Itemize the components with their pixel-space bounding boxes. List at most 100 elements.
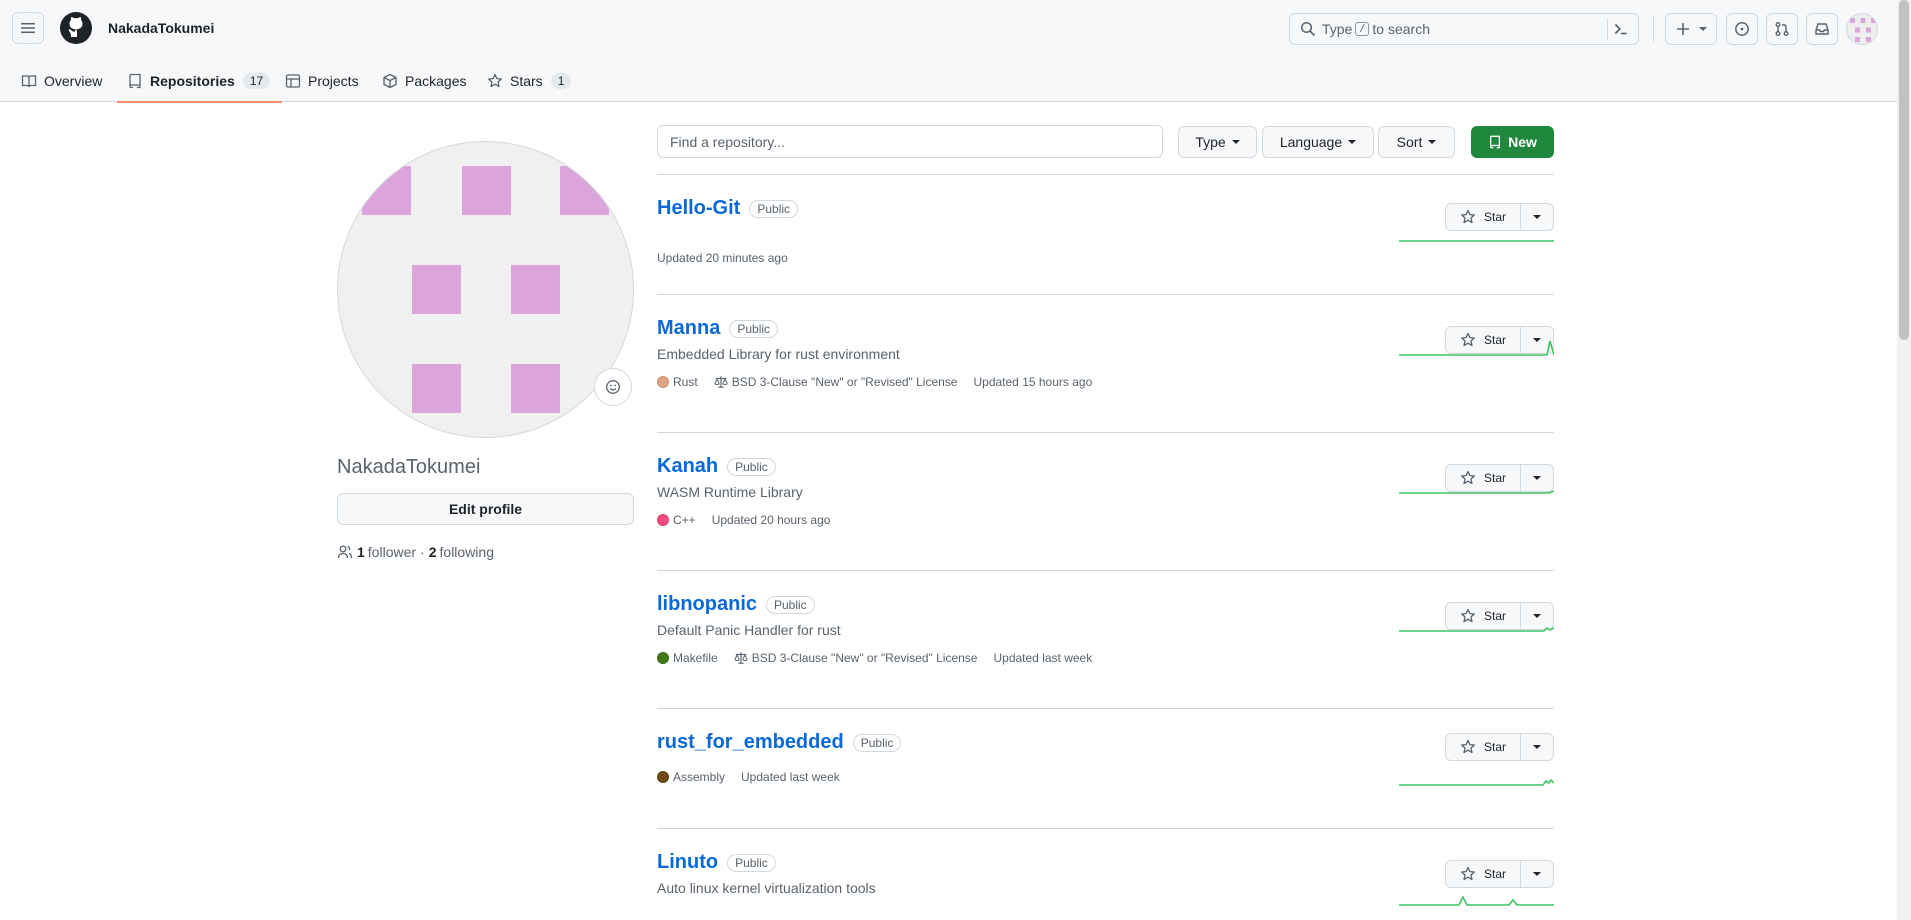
sort-filter-label: Sort	[1396, 134, 1423, 150]
visibility-badge: Public	[766, 595, 815, 614]
language-color-dot	[657, 376, 669, 388]
repo-name-link[interactable]: Hello-Git	[657, 197, 740, 220]
find-repository-input[interactable]: Find a repository...	[657, 125, 1163, 158]
search-icon	[1300, 21, 1315, 36]
type-filter-button[interactable]: Type	[1178, 126, 1257, 158]
activity-sparkline	[1399, 490, 1554, 494]
star-icon	[488, 73, 502, 88]
user-avatar[interactable]	[1846, 13, 1878, 45]
repositories-count-badge: 17	[242, 73, 271, 89]
language-color-dot	[657, 652, 669, 664]
chevron-down-icon	[1231, 140, 1240, 144]
identicon-block	[362, 166, 411, 215]
type-filter-label: Type	[1195, 134, 1226, 150]
identicon-icon	[1850, 18, 1876, 42]
activity-sparkline	[1399, 778, 1554, 786]
visibility-badge: Public	[727, 853, 776, 872]
chevron-down-icon	[1533, 872, 1541, 876]
repo-language: C++	[657, 513, 696, 527]
repo-name-link[interactable]: rust_for_embedded	[657, 731, 844, 754]
repo-name-link[interactable]: Linuto	[657, 851, 718, 874]
profile-avatar[interactable]	[337, 141, 634, 438]
language-label: C++	[673, 513, 696, 527]
plus-icon	[1677, 23, 1689, 35]
smiley-icon	[606, 380, 620, 394]
follow-stats: 1 follower · 2 following	[337, 544, 494, 560]
repo-list-item: Kanah Public WASM Runtime Library C++ Update…	[657, 432, 1554, 570]
star-button-group: Star	[1445, 733, 1554, 761]
tab-stars-label: Stars	[510, 73, 543, 89]
tab-packages[interactable]: Packages	[382, 60, 466, 102]
activity-sparkline	[1399, 340, 1554, 356]
sort-filter-button[interactable]: Sort	[1378, 126, 1455, 158]
edit-profile-button[interactable]: Edit profile	[337, 493, 634, 525]
owner-name[interactable]: NakadaTokumei	[108, 20, 214, 36]
github-logo-icon[interactable]	[60, 12, 92, 44]
people-icon	[337, 545, 353, 559]
repo-updated: Updated 15 hours ago	[973, 375, 1093, 389]
license-label: BSD 3-Clause "New" or "Revised" License	[751, 651, 978, 665]
repo-title: libnopanic Public	[657, 593, 815, 616]
repo-language: Assembly	[657, 770, 725, 784]
following-link[interactable]: 2 following	[429, 544, 494, 560]
language-filter-label: Language	[1279, 134, 1343, 150]
repo-updated: Updated last week	[993, 651, 1093, 665]
repo-meta: Assembly Updated last week	[657, 770, 856, 784]
followers-count: 1	[357, 544, 365, 560]
repo-license[interactable]: BSD 3-Clause "New" or "Revised" License	[733, 651, 978, 665]
repo-updated: Updated last week	[741, 770, 840, 784]
repo-license[interactable]: BSD 3-Clause "New" or "Revised" License	[713, 375, 957, 389]
sparkline-path	[1399, 340, 1554, 356]
visibility-badge: Public	[729, 319, 779, 338]
repo-title: Kanah Public	[657, 455, 776, 478]
tab-stars[interactable]: Stars 1	[487, 60, 572, 102]
visibility-badge: Public	[749, 199, 799, 218]
language-filter-button[interactable]: Language	[1262, 126, 1374, 158]
book-icon	[21, 75, 37, 88]
language-label: Rust	[673, 375, 698, 389]
star-label: Star	[1483, 740, 1506, 754]
scrollbar-thumb[interactable]	[1899, 0, 1909, 340]
header-divider	[1653, 16, 1654, 42]
search-shortcut-key: /	[1355, 22, 1370, 36]
star-list-dropdown[interactable]	[1521, 734, 1553, 760]
search-input[interactable]: Type / to search	[1289, 13, 1639, 45]
star-button[interactable]: Star	[1446, 734, 1521, 760]
repo-icon	[1490, 135, 1501, 149]
search-placeholder-after: to search	[1372, 21, 1430, 37]
repo-updated: Updated 20 hours ago	[711, 513, 831, 527]
repo-title: rust_for_embedded Public	[657, 731, 902, 754]
tab-projects[interactable]: Projects	[285, 60, 359, 102]
followers-link[interactable]: 1 follower	[357, 544, 416, 560]
identicon-block	[462, 166, 511, 215]
repo-list-item: libnopanic Public Default Panic Handler fo…	[657, 570, 1554, 708]
issues-button[interactable]	[1726, 13, 1758, 45]
command-palette-icon[interactable]	[1612, 20, 1630, 38]
repo-name-link[interactable]: Kanah	[657, 455, 718, 478]
tab-overview[interactable]: Overview	[21, 60, 102, 102]
repo-name-link[interactable]: Manna	[657, 317, 720, 340]
pull-requests-button[interactable]	[1766, 13, 1798, 45]
identicon-block	[412, 265, 461, 314]
repo-title: Hello-Git Public	[657, 197, 799, 220]
profile-tabs: Overview Repositories 17 Projects Packag…	[0, 60, 1897, 103]
identicon-block	[560, 166, 609, 215]
sparkline-path	[1399, 895, 1554, 906]
inbox-icon	[1815, 23, 1829, 35]
sparkline-path	[1399, 626, 1554, 632]
repo-name-link[interactable]: libnopanic	[657, 593, 757, 616]
identicon-block	[511, 265, 560, 314]
search-divider	[1607, 18, 1608, 40]
new-repository-button[interactable]: New	[1471, 126, 1554, 158]
inbox-button[interactable]	[1806, 13, 1838, 45]
page-scrollbar[interactable]	[1897, 0, 1911, 920]
repo-description: WASM Runtime Library	[657, 484, 803, 500]
tab-repositories[interactable]: Repositories 17	[116, 60, 283, 103]
chevron-down-icon	[1533, 745, 1541, 749]
activity-sparkline	[1399, 895, 1554, 906]
activity-sparkline	[1399, 240, 1554, 242]
set-status-button[interactable]	[594, 368, 632, 406]
create-new-button[interactable]	[1665, 13, 1717, 45]
menu-button[interactable]	[12, 12, 44, 44]
repo-description: Embedded Library for rust environment	[657, 346, 900, 362]
